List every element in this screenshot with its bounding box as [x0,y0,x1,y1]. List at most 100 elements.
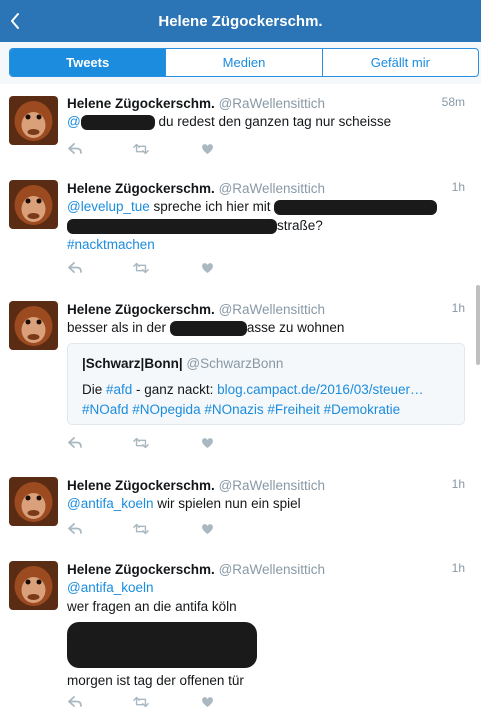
orangutan-avatar-image [9,301,58,350]
reply-icon [67,143,82,154]
tweet-time[interactable]: 58m [442,95,465,109]
tweet-item[interactable]: Helene Zügockerschm. @RaWellensittich 1h… [0,464,481,549]
author-handle[interactable]: @RaWellensittich [219,478,326,493]
tweet-item[interactable]: Helene Zügockerschm. @RaWellensittich 1h… [0,288,481,465]
tabs-bar: Tweets Medien Gefällt mir [0,42,481,85]
retweet-button[interactable] [133,522,149,536]
tab-media[interactable]: Medien [165,49,321,76]
tweet-text-line: morgen ist tag der offenen tür [67,673,244,688]
reply-button[interactable] [67,261,83,275]
retweet-icon [133,262,149,274]
avatar[interactable] [9,180,58,229]
author-handle[interactable]: @RaWellensittich [219,302,326,317]
reply-button[interactable] [67,522,83,536]
author-name[interactable]: Helene Zügockerschm. [67,478,215,493]
quoted-text: Die [82,382,107,397]
like-heart-icon [201,263,213,273]
back-chevron-icon [11,13,19,29]
reply-button[interactable] [67,436,83,450]
tweet-text: @ du redest den ganzen tag nur scheisse [67,112,465,131]
hashtag-list[interactable]: #NOafd #NOpegida #NOnazis #Freiheit #Dem… [82,400,450,420]
tweet-actions [67,521,265,537]
reply-icon [67,696,82,707]
reply-button[interactable] [67,142,83,156]
tweet-time[interactable]: 1h [452,561,465,575]
retweet-icon [133,696,149,708]
redaction-block [80,114,155,130]
orangutan-avatar-image [9,561,58,610]
top-bar: Helene Zügockerschm. [0,0,481,42]
tweet-time[interactable]: 1h [452,180,465,194]
tweet-text: @antifa_koeln wir spielen nun ein spiel [67,494,465,513]
reply-button[interactable] [67,695,83,709]
mention-link[interactable]: @antifa_koeln [67,496,154,511]
tweet-text-body: besser als in der [67,320,170,335]
author-name[interactable]: Helene Zügockerschm. [67,302,215,317]
tweet-text: besser als in der asse zu wohnen [67,318,465,337]
avatar[interactable] [9,96,58,145]
tab-likes[interactable]: Gefällt mir [321,49,478,76]
quoted-author-name: |Schwarz|Bonn| [82,356,183,371]
author-handle[interactable]: @RaWellensittich [219,562,326,577]
tweet-actions [67,260,265,276]
tweet-item[interactable]: Helene Zügockerschm. @RaWellensittich 1h… [0,548,481,720]
profile-title: Helene Zügockerschm. [158,12,323,30]
retweet-button[interactable] [133,436,149,450]
mention-link[interactable]: @levelup_tue [67,199,150,214]
tab-tweets[interactable]: Tweets [10,49,166,76]
reply-icon [67,523,82,534]
tweet-time[interactable]: 1h [452,301,465,315]
author-name[interactable]: Helene Zügockerschm. [67,96,215,111]
like-button[interactable] [199,142,215,156]
redaction-block [169,320,247,336]
orangutan-avatar-image [9,477,58,526]
like-heart-icon [201,438,213,448]
tweet-actions [67,435,265,451]
quoted-text-middle: - ganz nackt: [132,382,218,397]
tweet-actions [67,694,265,710]
hashtag-link[interactable]: #afd [106,382,132,397]
tweet-item[interactable]: Helene Zügockerschm. @RaWellensittich 1h… [0,167,481,289]
orangutan-avatar-image [9,96,58,145]
tweet-text: @antifa_koeln wer fragen an die antifa k… [67,578,465,690]
like-button[interactable] [199,261,215,275]
like-button[interactable] [199,522,215,536]
tweet-text-body: wir spielen nun ein spiel [153,496,301,511]
author-handle[interactable]: @RaWellensittich [219,96,326,111]
tweet-text-body: du redest den ganzen tag nur scheisse [154,114,392,129]
avatar[interactable] [9,301,58,350]
redaction-block [274,199,438,215]
redaction-block [67,218,277,234]
author-name[interactable]: Helene Zügockerschm. [67,181,215,196]
retweet-button[interactable] [133,142,149,156]
quoted-tweet-card[interactable]: |Schwarz|Bonn| @SchwarzBonn Die #afd - g… [67,343,465,425]
mention-link[interactable]: @ [67,114,81,129]
quoted-author-handle: @SchwarzBonn [186,356,284,371]
tweet-item[interactable]: Helene Zügockerschm. @RaWellensittich 58… [0,84,481,168]
like-heart-icon [201,524,213,534]
author-handle[interactable]: @RaWellensittich [219,181,326,196]
retweet-button[interactable] [133,695,149,709]
avatar[interactable] [9,561,58,610]
author-name[interactable]: Helene Zügockerschm. [67,562,215,577]
like-heart-icon [201,697,213,707]
avatar[interactable] [9,477,58,526]
like-button[interactable] [199,436,215,450]
orangutan-avatar-image [9,180,58,229]
back-button[interactable] [4,8,26,34]
reply-icon [67,262,82,273]
retweet-icon [133,143,149,155]
retweet-icon [133,523,149,535]
tweet-text-body: spreche ich hier mit [149,199,275,214]
retweet-icon [133,437,149,449]
hashtag-link[interactable]: #nacktmachen [67,237,155,252]
like-button[interactable] [199,695,215,709]
segmented-tabs: Tweets Medien Gefällt mir [9,48,479,77]
tweet-text-line: wer fragen an die antifa köln [67,599,237,614]
tweet-text: @levelup_tue spreche ich hier mit straße… [67,197,465,254]
tweet-time[interactable]: 1h [452,477,465,491]
scrollbar[interactable] [476,285,480,365]
mention-link[interactable]: @antifa_koeln [67,578,465,597]
url-link[interactable]: blog.campact.de/2016/03/steuer… [217,382,423,397]
retweet-button[interactable] [133,261,149,275]
